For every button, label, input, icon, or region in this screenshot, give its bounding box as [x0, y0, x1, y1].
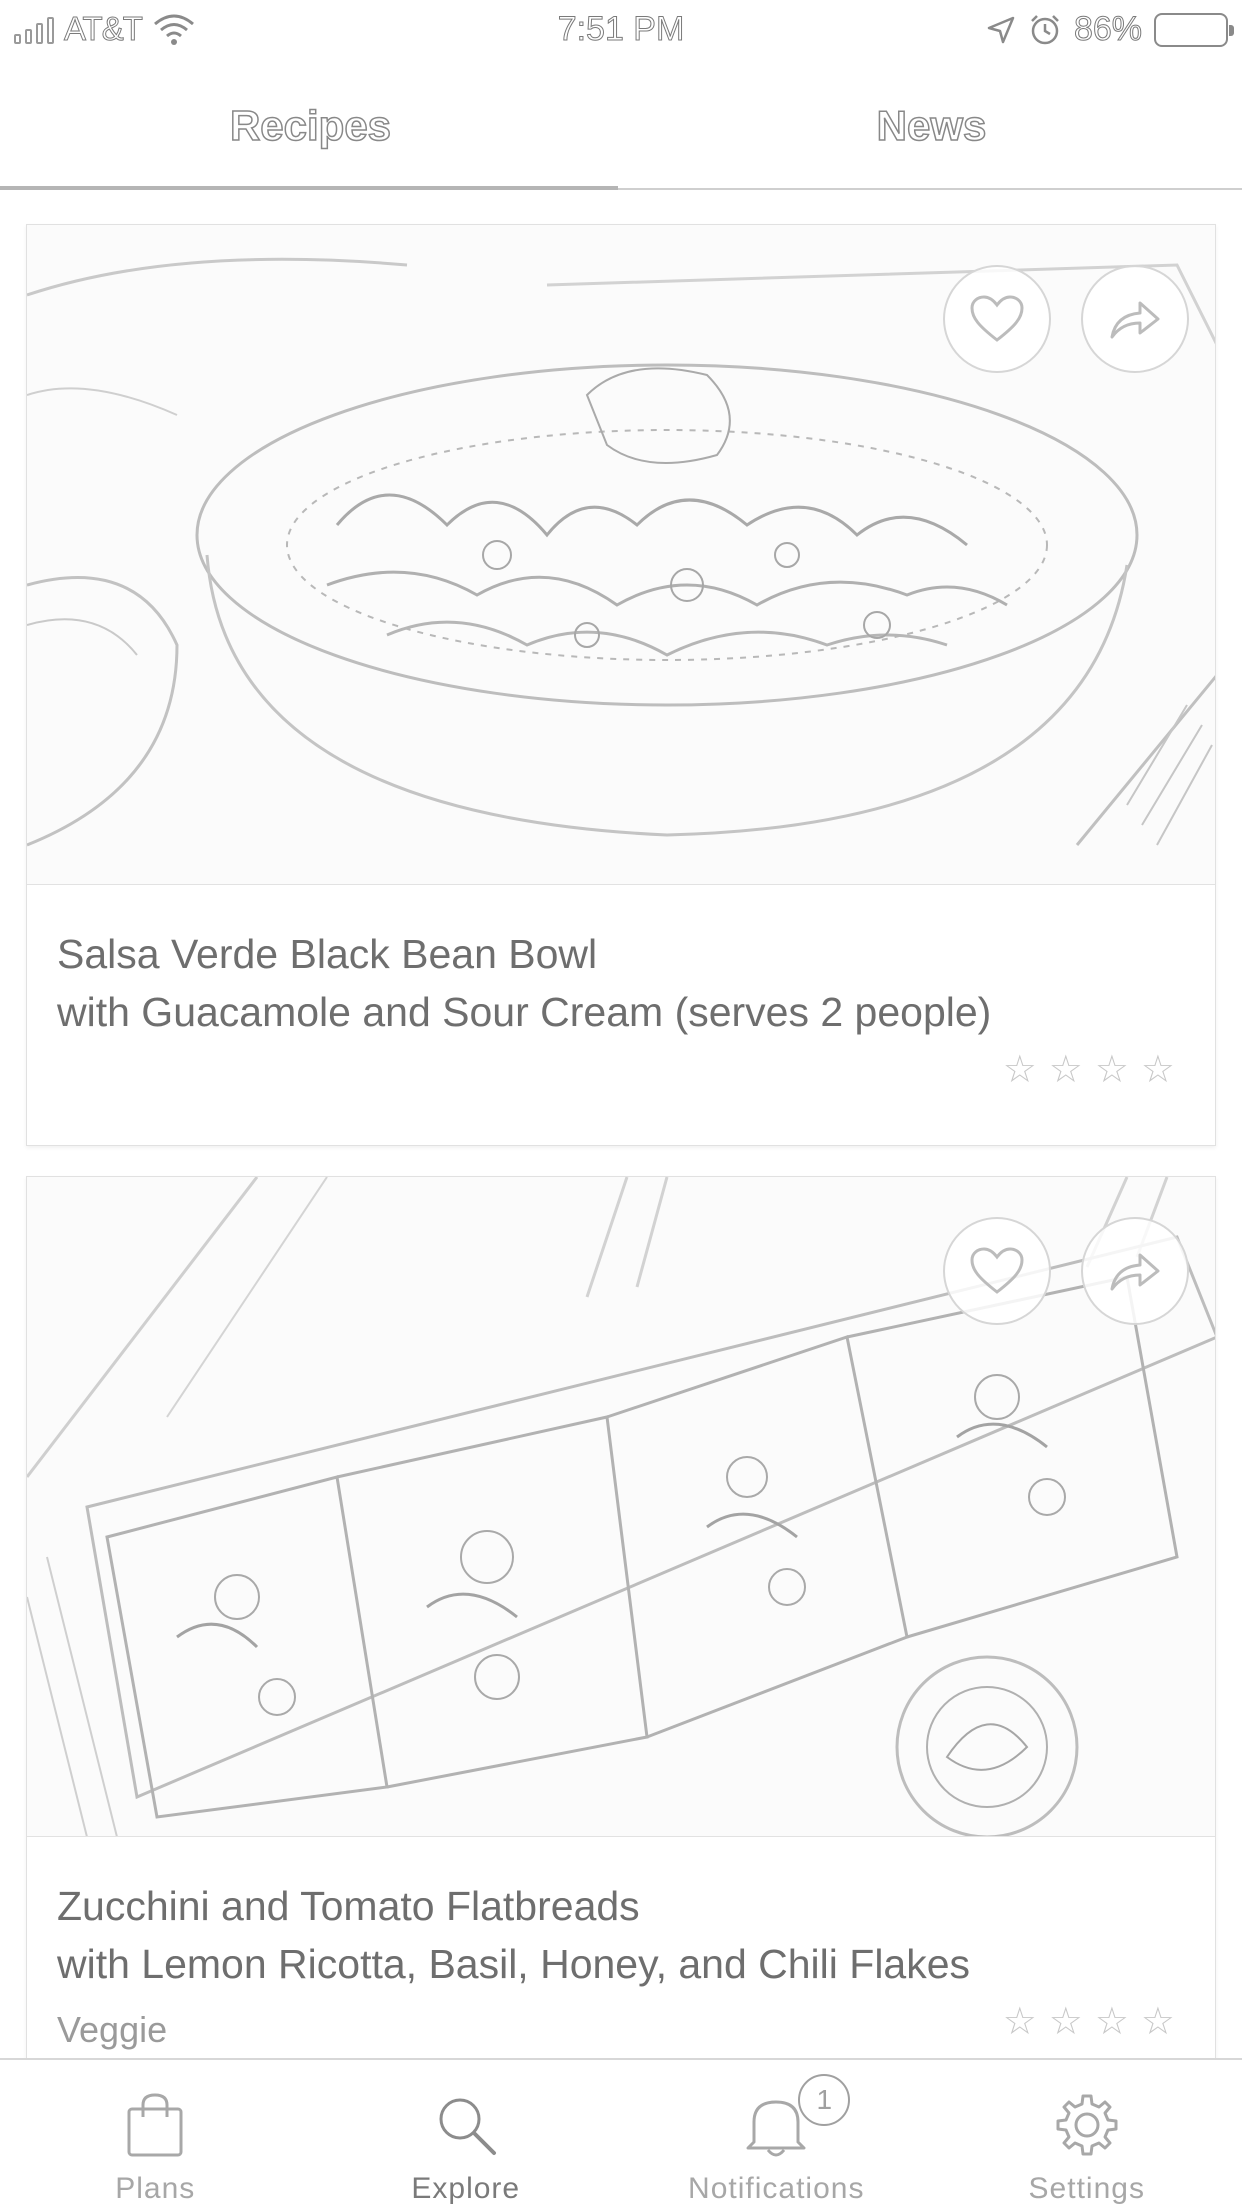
nav-notifications[interactable]: 1 Notifications	[621, 2060, 932, 2208]
star-rating[interactable]: ☆ ☆ ☆ ☆	[1003, 1999, 1175, 2044]
recipe-details: Salsa Verde Black Bean Bowl with Guacamo…	[27, 885, 1215, 1111]
recipe-tag: Veggie	[57, 2009, 168, 2050]
status-right: 86%	[986, 10, 1234, 49]
nav-label: Notifications	[688, 2172, 865, 2205]
favorite-button[interactable]	[943, 265, 1051, 373]
recipe-subtitle: with Guacamole and Sour Cream (serves 2 …	[57, 989, 992, 1035]
share-arrow-icon	[1110, 1253, 1160, 1291]
star-icon[interactable]: ☆	[1049, 1999, 1083, 2044]
recipe-details: Zucchini and Tomato Flatbreads with Lemo…	[27, 1837, 1215, 2058]
alarm-icon	[1031, 14, 1059, 44]
share-button[interactable]	[1081, 265, 1189, 373]
recipe-subtitle: with Lemon Ricotta, Basil, Honey, and Ch…	[57, 1941, 971, 1987]
star-rating[interactable]: ☆ ☆ ☆ ☆	[1003, 1047, 1175, 1092]
favorite-button[interactable]	[943, 1217, 1051, 1325]
recipe-footer: ☆ ☆ ☆ ☆	[57, 1047, 1185, 1111]
recipe-image[interactable]	[27, 225, 1215, 885]
tab-news[interactable]: News	[621, 62, 1242, 190]
recipe-feed[interactable]: Salsa Verde Black Bean Bowl with Guacamo…	[0, 190, 1242, 2058]
star-icon[interactable]: ☆	[1003, 1999, 1037, 2044]
nav-label: Settings	[1028, 2172, 1145, 2205]
share-arrow-icon	[1110, 301, 1160, 339]
recipe-footer: Veggie ☆ ☆ ☆ ☆	[57, 1999, 1185, 2058]
star-icon[interactable]: ☆	[1095, 1047, 1129, 1092]
recipe-title: Salsa Verde Black Bean Bowl	[57, 931, 598, 977]
star-icon[interactable]: ☆	[1141, 1999, 1175, 2044]
star-icon[interactable]: ☆	[1049, 1047, 1083, 1092]
heart-icon	[970, 1247, 1024, 1294]
notification-count-badge: 1	[798, 2074, 851, 2126]
share-button[interactable]	[1081, 1217, 1189, 1325]
tab-recipes[interactable]: Recipes	[0, 62, 621, 190]
star-icon[interactable]: ☆	[1095, 1999, 1129, 2044]
status-bar: AT&T 7:51 PM 86%	[0, 0, 1242, 62]
search-icon	[434, 2088, 498, 2162]
nav-settings[interactable]: Settings	[932, 2060, 1242, 2208]
heart-icon	[970, 295, 1024, 342]
bottom-navigation: Plans Explore 1 Notifications Settings	[0, 2058, 1242, 2208]
nav-label: Explore	[411, 2172, 521, 2205]
battery-icon	[1154, 12, 1234, 47]
nav-explore[interactable]: Explore	[311, 2060, 622, 2208]
recipe-image[interactable]	[27, 1177, 1215, 1837]
star-icon[interactable]: ☆	[1003, 1047, 1037, 1092]
location-arrow-icon	[987, 16, 1015, 43]
recipe-card[interactable]: Salsa Verde Black Bean Bowl with Guacamo…	[26, 224, 1216, 1146]
gear-icon	[1054, 2088, 1120, 2162]
nav-plans[interactable]: Plans	[0, 2060, 311, 2208]
bell-icon: 1	[744, 2074, 851, 2162]
nav-label: Plans	[115, 2172, 196, 2205]
star-icon[interactable]: ☆	[1141, 1047, 1175, 1092]
recipe-title: Zucchini and Tomato Flatbreads	[57, 1883, 640, 1929]
shopping-bag-icon	[125, 2088, 185, 2162]
recipe-card[interactable]: Zucchini and Tomato Flatbreads with Lemo…	[26, 1176, 1216, 2058]
top-tab-bar: Recipes News	[0, 62, 1242, 190]
battery-percentage: 86%	[1073, 10, 1142, 49]
